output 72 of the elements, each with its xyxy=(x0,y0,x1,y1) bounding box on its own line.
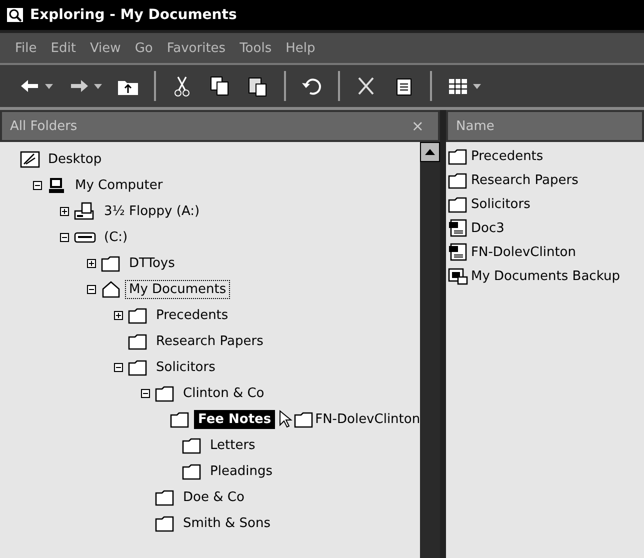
collapse-button[interactable] xyxy=(31,179,43,191)
expand-button[interactable] xyxy=(112,309,124,321)
list-entry[interactable]: Solicitors xyxy=(471,196,530,212)
computer-icon xyxy=(47,176,67,194)
tree-item[interactable]: Clinton & Co xyxy=(179,384,268,402)
expand-button[interactable] xyxy=(85,257,97,269)
close-button[interactable]: × xyxy=(405,116,430,136)
folder-icon xyxy=(128,306,148,324)
collapse-button[interactable] xyxy=(58,231,70,243)
folder-icon xyxy=(448,196,468,212)
tree-item[interactable]: (C:) xyxy=(100,228,132,246)
tree-item[interactable]: Smith & Sons xyxy=(179,514,274,532)
menu-item[interactable]: Help xyxy=(278,40,322,56)
collapse-button[interactable] xyxy=(85,283,97,295)
tree-item[interactable]: Doe & Co xyxy=(179,488,248,506)
document-icon xyxy=(448,219,468,237)
expand-button[interactable] xyxy=(58,205,70,217)
menu-item[interactable]: Edit xyxy=(44,40,83,56)
tree-item[interactable]: Solicitors xyxy=(152,358,220,376)
folder-icon xyxy=(294,410,314,428)
folder-icon xyxy=(155,514,175,532)
window-title: Exploring - My Documents xyxy=(30,7,237,23)
drag-label: FN-DolevClinton xyxy=(315,412,420,426)
tree-item[interactable]: Research Papers xyxy=(152,332,268,350)
menu-item[interactable]: Favorites xyxy=(160,40,233,56)
tree-item[interactable]: Fee Notes xyxy=(194,410,276,428)
list-entry[interactable]: Precedents xyxy=(471,148,544,164)
folder-icon xyxy=(182,462,202,480)
desktop-icon xyxy=(20,150,40,168)
document-icon xyxy=(448,243,468,261)
folder-icon xyxy=(155,488,175,506)
folder-icon xyxy=(170,410,190,428)
menu-item[interactable]: Go xyxy=(128,40,160,56)
up-arrow-icon xyxy=(425,148,435,156)
dropdown-arrow-icon xyxy=(94,84,102,88)
folder-icon xyxy=(101,254,121,272)
briefcase-icon xyxy=(448,267,468,285)
menu-item[interactable]: Tools xyxy=(232,40,279,56)
dropdown-arrow-icon xyxy=(45,84,53,88)
list-entry[interactable]: My Documents Backup xyxy=(471,268,620,284)
tree-item[interactable]: My Documents xyxy=(125,280,230,298)
house-icon xyxy=(101,280,121,298)
tree-item[interactable]: DTToys xyxy=(125,254,179,272)
explorer-icon xyxy=(6,7,24,23)
list-entry[interactable]: Doc3 xyxy=(471,220,504,236)
folder-icon xyxy=(128,332,148,350)
scrollbar[interactable] xyxy=(420,142,440,558)
scroll-up-button[interactable] xyxy=(420,142,440,162)
collapse-button[interactable] xyxy=(139,387,151,399)
column-title: Name xyxy=(456,118,494,134)
folder-icon xyxy=(128,358,148,376)
tree-item[interactable]: Desktop xyxy=(44,150,106,168)
tree-item[interactable]: 3½ Floppy (A:) xyxy=(100,202,204,220)
tree-item[interactable]: Pleadings xyxy=(206,462,277,480)
collapse-button[interactable] xyxy=(112,361,124,373)
floppy-drive-icon xyxy=(74,202,96,220)
list-entry[interactable]: Research Papers xyxy=(471,172,578,188)
folder-icon xyxy=(448,148,468,164)
menu-item[interactable]: View xyxy=(82,40,128,56)
menu-item[interactable]: File xyxy=(8,40,44,56)
list-entry[interactable]: FN-DolevClinton xyxy=(471,244,576,260)
dropdown-arrow-icon xyxy=(473,84,481,88)
tree-item[interactable]: My Computer xyxy=(71,176,167,194)
folder-icon xyxy=(448,172,468,188)
pane-title: All Folders xyxy=(10,118,78,134)
tree-item[interactable]: Precedents xyxy=(152,306,232,324)
hard-drive-icon xyxy=(74,230,96,244)
column-header[interactable]: Name xyxy=(446,110,644,142)
folder-icon xyxy=(155,384,175,402)
folder-icon xyxy=(182,436,202,454)
tree-item[interactable]: Letters xyxy=(206,436,260,454)
mouse-pointer-icon xyxy=(279,410,294,428)
